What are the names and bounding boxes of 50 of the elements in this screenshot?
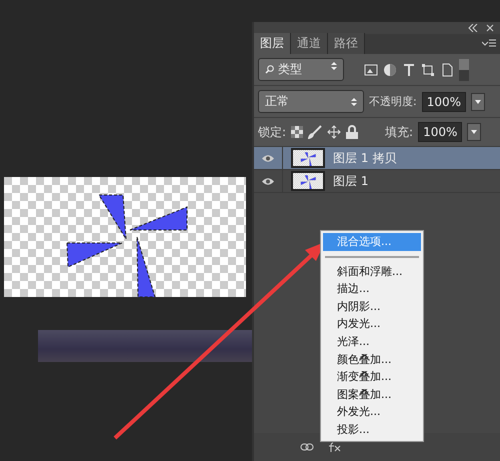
- menu-item[interactable]: 内发光...: [323, 315, 421, 333]
- layer-thumbnail: [291, 148, 325, 168]
- menu-item[interactable]: 光泽...: [323, 332, 421, 351]
- layer-row[interactable]: 图层 1: [254, 170, 500, 193]
- eye-icon[interactable]: [261, 154, 275, 162]
- caret-icon: [471, 130, 478, 134]
- filter-toggle-icon[interactable]: [459, 58, 469, 80]
- menu-item[interactable]: 图案叠加...: [323, 386, 421, 404]
- fill-field[interactable]: 100%: [418, 122, 462, 142]
- lock-icon[interactable]: [346, 125, 358, 139]
- dropdown-button[interactable]: [467, 123, 482, 141]
- smart-filter-icon[interactable]: [440, 62, 454, 76]
- menu-item[interactable]: 渐变叠加...: [323, 368, 421, 386]
- close-icon[interactable]: [486, 24, 494, 32]
- layer-row[interactable]: 图层 1 拷贝: [254, 147, 500, 170]
- search-icon: [265, 65, 274, 74]
- panel-tab[interactable]: 图层: [254, 33, 291, 54]
- opacity-label: 不透明度:: [369, 94, 417, 109]
- panel-tab[interactable]: 路径: [328, 33, 365, 54]
- layer-name: 图层 1: [333, 172, 368, 190]
- shape-filter-icon[interactable]: [421, 62, 435, 76]
- panel-tab[interactable]: 通道: [291, 33, 328, 54]
- opacity-field[interactable]: 100%: [422, 92, 466, 112]
- brush-icon[interactable]: [308, 125, 322, 139]
- image-filter-icon[interactable]: [364, 62, 378, 76]
- caret-icon: [475, 100, 482, 104]
- layer-thumbnail: [291, 171, 325, 191]
- eye-icon[interactable]: [261, 176, 275, 186]
- link-icon[interactable]: [300, 443, 314, 451]
- lock-transparency-icon[interactable]: [291, 126, 304, 138]
- menu-item[interactable]: 外发光...: [323, 403, 421, 421]
- fx-icon[interactable]: [328, 442, 342, 452]
- fill-label: 填充:: [385, 124, 414, 140]
- collapse-icon[interactable]: [468, 24, 478, 32]
- updown-icon: [331, 61, 337, 71]
- menu-item[interactable]: 描边...: [323, 280, 421, 298]
- menu-item[interactable]: 颜色叠加...: [323, 350, 421, 368]
- layer-name: 图层 1 拷贝: [333, 150, 396, 166]
- filter-dropdown[interactable]: 类型: [258, 58, 344, 81]
- dropdown-button[interactable]: [471, 92, 486, 110]
- panel-menu-icon[interactable]: [482, 39, 496, 49]
- lock-label: 锁定:: [258, 124, 286, 140]
- updown-icon: [351, 96, 357, 106]
- blend-mode-dropdown[interactable]: 正常: [258, 90, 364, 113]
- menu-item[interactable]: 斜面和浮雕...: [323, 262, 421, 280]
- menu-item[interactable]: 内阴影...: [323, 298, 421, 316]
- circle-filter-icon[interactable]: [383, 62, 397, 76]
- type-filter-icon[interactable]: [402, 62, 416, 76]
- menu-item[interactable]: 投影...: [323, 420, 421, 439]
- move-icon[interactable]: [327, 125, 342, 139]
